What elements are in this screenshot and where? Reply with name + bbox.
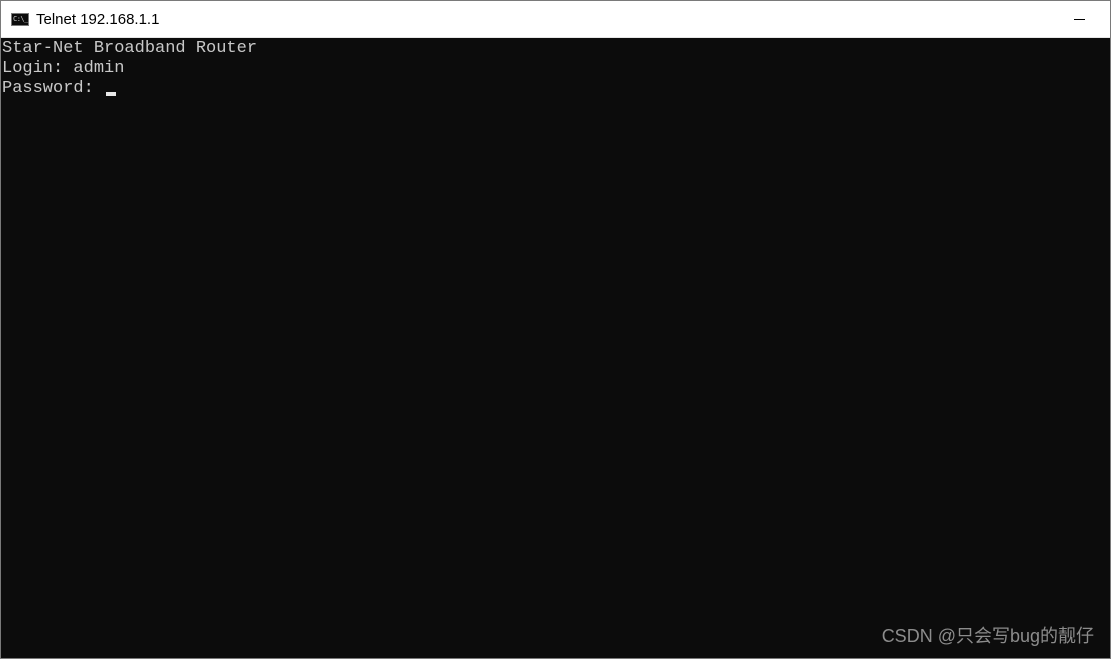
login-value: admin [73, 59, 125, 78]
password-line[interactable]: Password: [2, 79, 1110, 99]
minimize-icon [1073, 18, 1085, 20]
password-prompt: Password: [2, 79, 105, 98]
title-bar[interactable]: Telnet 192.168.1.1 [1, 1, 1110, 38]
window-title: Telnet 192.168.1.1 [36, 10, 160, 28]
telnet-window: Telnet 192.168.1.1 Star-Net Broadband Ro… [0, 0, 1111, 659]
text-cursor [106, 92, 117, 96]
login-line: Login: admin [2, 59, 1110, 79]
login-prompt: Login: [2, 59, 74, 78]
minimize-button[interactable] [1056, 1, 1102, 38]
banner-line: Star-Net Broadband Router [2, 39, 258, 58]
watermark: CSDN @只会写bug的靓仔 [881, 626, 1094, 646]
console-icon [11, 12, 29, 26]
console-area[interactable]: Star-Net Broadband Router Login: admin P… [1, 39, 1110, 658]
